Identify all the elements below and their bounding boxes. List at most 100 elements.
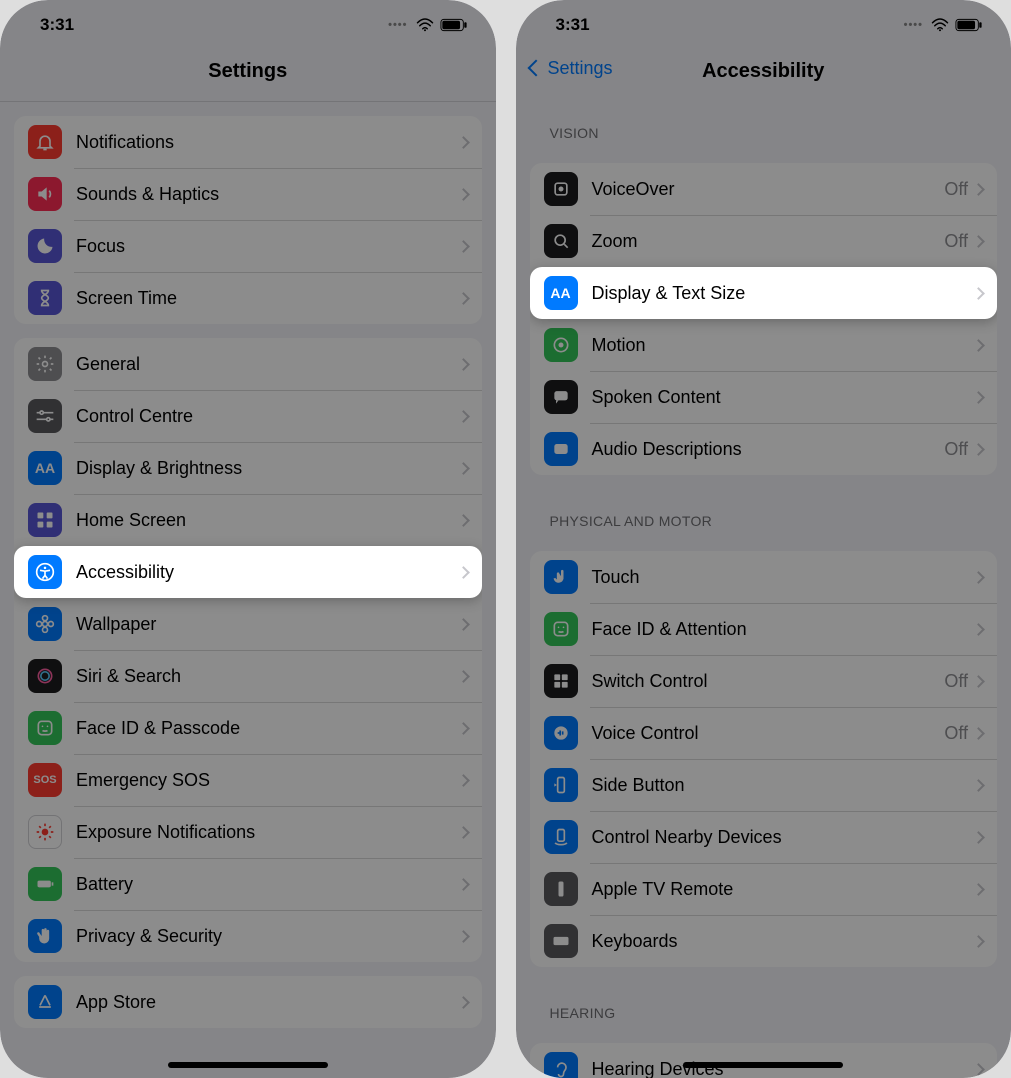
nearby-icon [544, 820, 578, 854]
touch-icon [544, 560, 578, 594]
flower-icon [28, 607, 62, 641]
back-label: Settings [548, 58, 613, 79]
row-side-button[interactable]: Side Button [530, 759, 998, 811]
row-exposure-notifications[interactable]: Exposure Notifications [14, 806, 482, 858]
phone-settings: 3:31 •••• Settings Notifications Sounds &… [0, 0, 496, 1078]
row-sounds-haptics[interactable]: Sounds & Haptics [14, 168, 482, 220]
face-icon [544, 612, 578, 646]
row-notifications[interactable]: Notifications [14, 116, 482, 168]
chevron-right-icon [972, 935, 985, 948]
row-zoom[interactable]: ZoomOff [530, 215, 998, 267]
motion-icon [544, 328, 578, 362]
settings-group: App Store [14, 976, 482, 1028]
chevron-right-icon [457, 136, 470, 149]
row-battery[interactable]: Battery [14, 858, 482, 910]
row-display-text-size[interactable]: AADisplay & Text Size [530, 267, 998, 319]
voiceover-icon [544, 172, 578, 206]
row-label: Voice Control [592, 723, 945, 744]
row-privacy-security[interactable]: Privacy & Security [14, 910, 482, 962]
row-label: Display & Text Size [592, 283, 975, 304]
row-value: Off [944, 723, 968, 744]
row-faceid-attention[interactable]: Face ID & Attention [530, 603, 998, 655]
status-time: 3:31 [556, 15, 590, 35]
row-label: Emergency SOS [76, 770, 459, 791]
row-emergency-sos[interactable]: SOS Emergency SOS [14, 754, 482, 806]
chevron-right-icon [972, 391, 985, 404]
row-screen-time[interactable]: Screen Time [14, 272, 482, 324]
chevron-right-icon [457, 188, 470, 201]
status-time: 3:31 [40, 15, 74, 35]
back-button[interactable]: Settings [530, 58, 613, 79]
hand-icon [28, 919, 62, 953]
chevron-right-icon [972, 571, 985, 584]
zoom-icon [544, 224, 578, 258]
row-motion[interactable]: Motion [530, 319, 998, 371]
chevron-right-icon [457, 722, 470, 735]
row-label: Focus [76, 236, 459, 257]
row-voice-control[interactable]: Voice ControlOff [530, 707, 998, 759]
home-indicator[interactable] [683, 1062, 843, 1068]
row-label: Notifications [76, 132, 459, 153]
chevron-right-icon [457, 514, 470, 527]
row-label: Switch Control [592, 671, 945, 692]
row-accessibility[interactable]: Accessibility [14, 546, 482, 598]
remote-icon [544, 872, 578, 906]
settings-list[interactable]: Notifications Sounds & Haptics Focus Screen… [0, 102, 496, 1078]
row-home-screen[interactable]: Home Screen [14, 494, 482, 546]
row-label: Home Screen [76, 510, 459, 531]
gear-icon [28, 347, 62, 381]
cellular-icon: •••• [388, 19, 407, 31]
row-siri-search[interactable]: Siri & Search [14, 650, 482, 702]
chevron-right-icon [457, 670, 470, 683]
row-switch-control[interactable]: Switch ControlOff [530, 655, 998, 707]
row-focus[interactable]: Focus [14, 220, 482, 272]
row-label: Display & Brightness [76, 458, 459, 479]
sos-icon: SOS [28, 763, 62, 797]
row-label: Sounds & Haptics [76, 184, 459, 205]
row-audio-descriptions[interactable]: Audio DescriptionsOff [530, 423, 998, 475]
row-touch[interactable]: Touch [530, 551, 998, 603]
chevron-right-icon [457, 240, 470, 253]
row-control-centre[interactable]: Control Centre [14, 390, 482, 442]
row-faceid-passcode[interactable]: Face ID & Passcode [14, 702, 482, 754]
chevron-right-icon [972, 443, 985, 456]
row-display-brightness[interactable]: AADisplay & Brightness [14, 442, 482, 494]
section-header: Hearing [530, 981, 998, 1029]
settings-group: Hearing Devices [530, 1043, 998, 1078]
row-keyboards[interactable]: Keyboards [530, 915, 998, 967]
battery-icon [955, 18, 983, 32]
voicectrl-icon [544, 716, 578, 750]
row-apple-tv-remote[interactable]: Apple TV Remote [530, 863, 998, 915]
home-indicator[interactable] [168, 1062, 328, 1068]
chevron-right-icon [972, 339, 985, 352]
row-control-nearby[interactable]: Control Nearby Devices [530, 811, 998, 863]
chevron-right-icon [972, 727, 985, 740]
row-wallpaper[interactable]: Wallpaper [14, 598, 482, 650]
nav-title-bar: Settings [0, 50, 496, 102]
speech-icon [544, 380, 578, 414]
bell-icon [28, 125, 62, 159]
chevron-right-icon [972, 831, 985, 844]
accessibility-list[interactable]: VisionVoiceOverOffZoomOffAADisplay & Tex… [516, 101, 1011, 1078]
row-app-store[interactable]: App Store [14, 976, 482, 1028]
row-label: Wallpaper [76, 614, 459, 635]
chevron-right-icon [972, 287, 985, 300]
row-label: Privacy & Security [76, 926, 459, 947]
row-general[interactable]: General [14, 338, 482, 390]
hourglass-icon [28, 281, 62, 315]
row-label: Zoom [592, 231, 945, 252]
accessibility-icon [28, 555, 62, 589]
row-spoken-content[interactable]: Spoken Content [530, 371, 998, 423]
row-voiceover[interactable]: VoiceOverOff [530, 163, 998, 215]
row-label: General [76, 354, 459, 375]
exposure-icon [28, 815, 62, 849]
nav-title-bar: Settings Accessibility [516, 50, 1011, 101]
status-right: •••• [388, 18, 467, 32]
row-hearing-devices[interactable]: Hearing Devices [530, 1043, 998, 1078]
row-value: Off [944, 671, 968, 692]
section-header: Vision [530, 101, 998, 149]
appstore-icon [28, 985, 62, 1019]
chevron-right-icon [972, 183, 985, 196]
chevron-right-icon [457, 774, 470, 787]
chevron-right-icon [457, 826, 470, 839]
